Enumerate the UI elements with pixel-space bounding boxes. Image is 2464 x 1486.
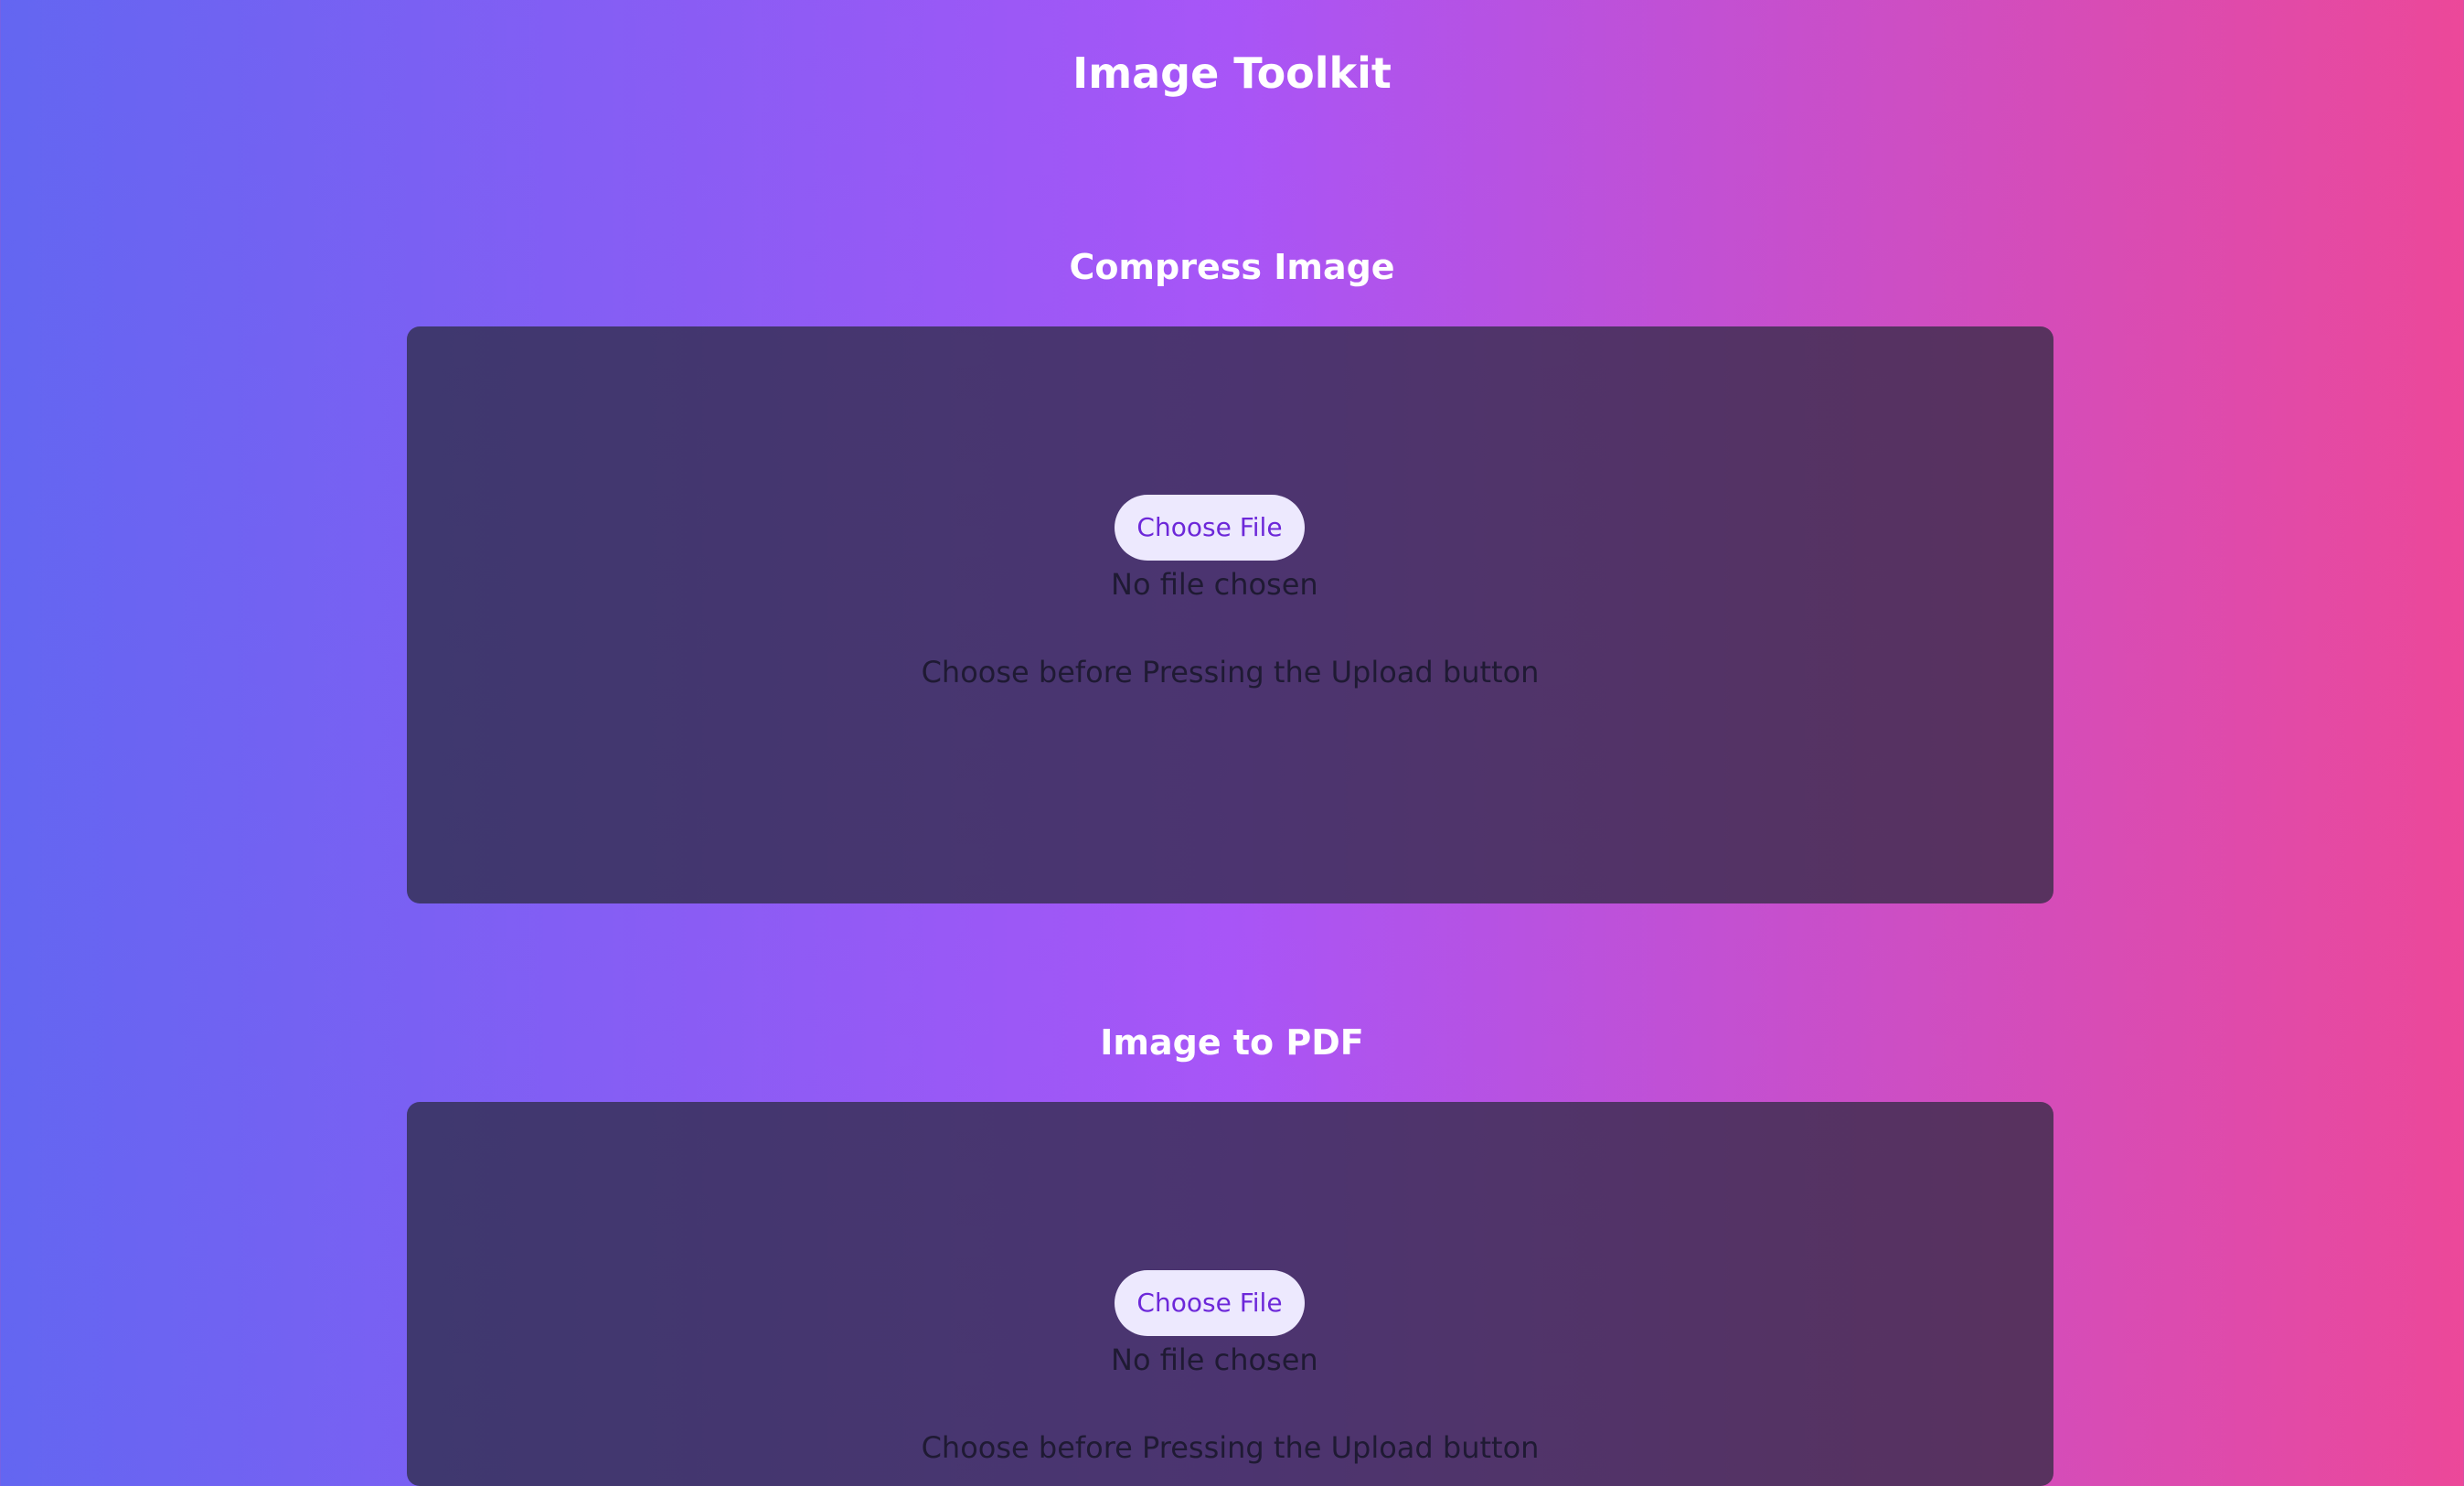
file-status-label: No file chosen xyxy=(1111,567,1318,602)
upload-hint-text: Choose before Pressing the Upload button xyxy=(921,1430,1540,1465)
upload-hint-text: Choose before Pressing the Upload button xyxy=(921,655,1540,690)
choose-file-button[interactable]: Choose File xyxy=(1115,495,1305,561)
image-to-pdf-card: Choose File No file chosen Choose before… xyxy=(407,1102,2053,1486)
compress-image-card: Choose File No file chosen Choose before… xyxy=(407,326,2053,903)
section-title-compress-image: Compress Image xyxy=(1069,247,1395,287)
section-title-image-to-pdf: Image to PDF xyxy=(1100,1022,1364,1063)
choose-file-button[interactable]: Choose File xyxy=(1115,1270,1305,1336)
file-status-label: No file chosen xyxy=(1111,1342,1318,1377)
page-title: Image Toolkit xyxy=(1072,48,1392,98)
